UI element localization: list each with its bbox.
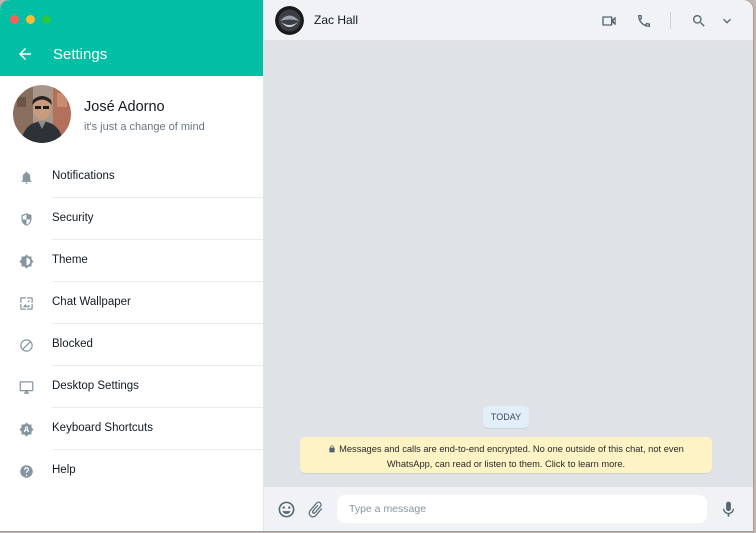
back-arrow-icon[interactable]: [16, 45, 34, 63]
menu-item-notifications[interactable]: Notifications: [0, 156, 263, 198]
menu-item-help[interactable]: Help: [0, 450, 263, 492]
attach-paperclip-icon[interactable]: [306, 500, 325, 519]
encryption-notice-text: Messages and calls are end-to-end encryp…: [339, 444, 684, 469]
compose-bar: [264, 487, 753, 531]
menu-item-blocked[interactable]: Blocked: [0, 324, 263, 366]
minimize-window-button[interactable]: [26, 15, 35, 24]
encryption-notice[interactable]: Messages and calls are end-to-end encryp…: [300, 437, 712, 473]
menu-label: Chat Wallpaper: [52, 296, 131, 308]
app-window: Settings José Adorno it's just a change …: [0, 0, 753, 531]
wallpaper-icon: [20, 297, 33, 310]
phone-call-icon[interactable]: [636, 13, 652, 29]
profile-avatar[interactable]: [13, 85, 71, 143]
settings-header: Settings: [0, 0, 263, 76]
profile-name: José Adorno: [84, 99, 165, 115]
menu-item-desktop-settings[interactable]: Desktop Settings: [0, 366, 263, 408]
contact-name[interactable]: Zac Hall: [314, 13, 358, 27]
contact-avatar[interactable]: [275, 6, 304, 35]
menu-item-keyboard-shortcuts[interactable]: Keyboard Shortcuts: [0, 408, 263, 450]
search-icon[interactable]: [691, 13, 707, 29]
settings-panel: Settings José Adorno it's just a change …: [0, 0, 264, 531]
menu-item-security[interactable]: Security: [0, 198, 263, 240]
microphone-icon[interactable]: [719, 500, 738, 519]
help-icon: [20, 465, 33, 478]
lock-icon: [329, 445, 335, 453]
settings-title: Settings: [53, 46, 108, 63]
shield-icon: [21, 213, 32, 226]
keyboard-shortcut-icon: [19, 422, 34, 437]
menu-label: Help: [52, 464, 76, 476]
emoji-icon[interactable]: [277, 500, 296, 519]
menu-item-theme[interactable]: Theme: [0, 240, 263, 282]
chat-header: Zac Hall: [264, 0, 753, 41]
blocked-icon: [20, 339, 33, 352]
chevron-down-icon[interactable]: [719, 13, 735, 29]
brightness-icon: [19, 254, 34, 269]
bell-icon: [21, 171, 32, 184]
menu-label: Theme: [52, 254, 88, 266]
date-divider: TODAY: [483, 406, 529, 428]
video-call-icon[interactable]: [601, 13, 617, 29]
header-divider: [670, 12, 671, 29]
message-input[interactable]: [337, 495, 707, 523]
chat-panel: Zac Hall TODAY Messages and calls are en…: [264, 0, 753, 531]
menu-label: Notifications: [52, 170, 115, 182]
menu-label: Keyboard Shortcuts: [52, 422, 154, 434]
menu-label: Security: [52, 212, 94, 224]
menu-label: Desktop Settings: [52, 380, 139, 392]
profile-card[interactable]: José Adorno it's just a change of mind: [0, 76, 263, 156]
zoom-window-button[interactable]: [42, 15, 51, 24]
window-controls: [10, 15, 51, 24]
menu-item-chat-wallpaper[interactable]: Chat Wallpaper: [0, 282, 263, 324]
menu-label: Blocked: [52, 338, 93, 350]
profile-status: it's just a change of mind: [84, 121, 205, 133]
monitor-icon: [19, 381, 34, 394]
close-window-button[interactable]: [10, 15, 19, 24]
